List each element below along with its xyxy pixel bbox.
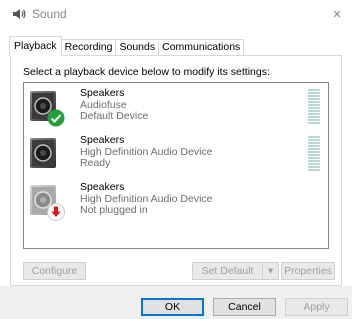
speaker-app-icon	[13, 9, 26, 19]
device-name: Speakers	[80, 134, 125, 146]
close-icon: ×	[332, 5, 342, 23]
tab-playback[interactable]: Playback	[9, 36, 62, 56]
unplugged-arrow-icon	[47, 203, 65, 221]
set-default-button[interactable]: Set Default	[192, 262, 263, 280]
title-bar: Sound ×	[0, 0, 352, 28]
configure-button[interactable]: Configure	[23, 262, 86, 280]
cancel-button[interactable]: Cancel	[213, 298, 276, 316]
tab-sounds[interactable]: Sounds	[115, 39, 160, 56]
chevron-down-icon: ▾	[267, 265, 274, 277]
playback-panel: Select a playback device below to modify…	[10, 55, 342, 286]
sound-dialog: Sound × Playback Recording Sounds Commun…	[0, 0, 352, 319]
tab-recording[interactable]: Recording	[60, 39, 117, 56]
device-item-audiofuse[interactable]: Speakers Audiofuse Default Device	[24, 87, 328, 134]
apply-button[interactable]: Apply	[285, 298, 348, 316]
tab-communications[interactable]: Communications	[158, 39, 245, 56]
device-list[interactable]: Speakers Audiofuse Default Device Speake…	[23, 82, 329, 249]
set-default-split-button: Set Default ▾	[192, 262, 279, 280]
window-title: Sound	[32, 7, 67, 21]
device-name: Speakers	[80, 87, 125, 99]
device-status: Default Device	[80, 110, 149, 122]
level-meter	[308, 136, 320, 171]
device-text: Speakers Audiofuse Default Device	[80, 87, 149, 123]
device-text: Speakers High Definition Audio Device Re…	[80, 134, 213, 170]
device-text: Speakers High Definition Audio Device No…	[80, 181, 213, 217]
instruction-text: Select a playback device below to modify…	[23, 66, 270, 78]
device-item-hd-audio-1[interactable]: Speakers High Definition Audio Device Re…	[24, 134, 328, 181]
ok-button[interactable]: OK	[141, 298, 204, 316]
device-status: Not plugged in	[80, 204, 148, 216]
close-button[interactable]: ×	[322, 0, 352, 28]
speaker-icon	[30, 138, 56, 168]
properties-button[interactable]: Properties	[281, 262, 335, 280]
device-status: Ready	[80, 157, 111, 169]
level-meter	[308, 89, 320, 124]
set-default-dropdown-button[interactable]: ▾	[262, 262, 279, 280]
dialog-footer: OK Cancel Apply	[0, 286, 352, 319]
device-name: Speakers	[80, 181, 125, 193]
tab-strip: Playback Recording Sounds Communications	[9, 36, 245, 56]
default-check-icon	[47, 109, 65, 127]
device-item-hd-audio-2[interactable]: Speakers High Definition Audio Device No…	[24, 181, 328, 228]
